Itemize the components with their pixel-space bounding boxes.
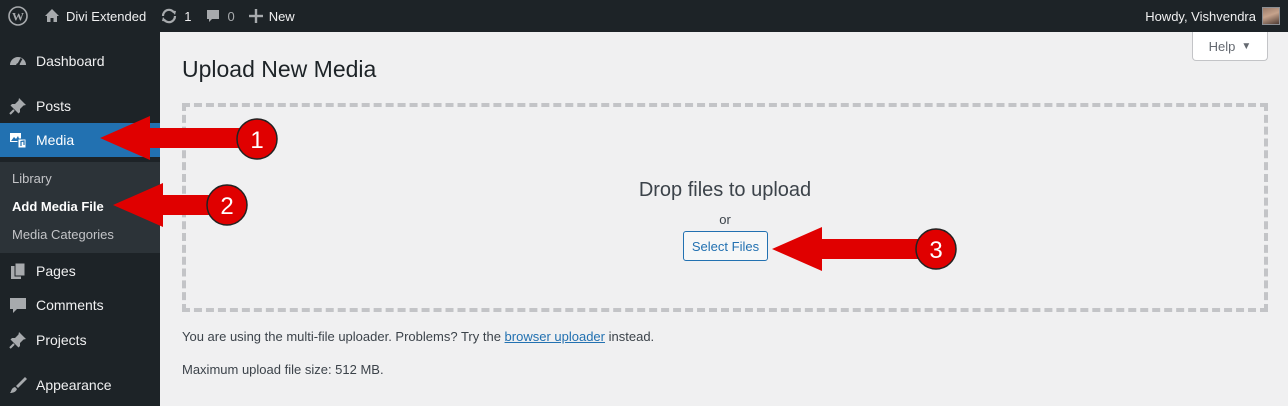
refresh-icon	[162, 8, 177, 24]
updates-link[interactable]: 1	[153, 0, 198, 32]
uploader-note-text: You are using the multi-file uploader. P…	[182, 329, 501, 344]
max-upload-size: Maximum upload file size: 512 MB.	[182, 362, 384, 377]
sidebar-item-label: Comments	[36, 297, 104, 313]
sidebar-item-media[interactable]: Media	[0, 123, 160, 157]
admin-bar: W Divi Extended 1 0 New Howdy, Vishvendr…	[0, 0, 1288, 32]
comments-count: 0	[227, 8, 235, 24]
caret-down-icon: ▼	[1241, 40, 1252, 52]
dashboard-icon	[0, 51, 36, 71]
current-menu-arrow	[152, 132, 160, 148]
drop-files-title: Drop files to upload	[638, 179, 812, 201]
wordpress-logo-icon[interactable]: W	[0, 0, 36, 32]
plus-icon	[248, 9, 263, 23]
pin-icon	[0, 330, 36, 350]
site-name: Divi Extended	[66, 8, 147, 24]
sidebar-item-appearance[interactable]: Appearance	[0, 369, 160, 401]
sidebar-item-label: Appearance	[36, 377, 112, 393]
home-icon	[45, 9, 59, 22]
site-name-link[interactable]: Divi Extended	[36, 0, 153, 32]
new-content-link[interactable]: New	[242, 0, 302, 32]
submenu-item-add-media-file[interactable]: Add Media File	[12, 199, 104, 214]
sidebar-item-label: Media	[36, 132, 75, 148]
updates-count: 1	[184, 8, 192, 24]
comments-link[interactable]: 0	[198, 0, 241, 32]
uploader-note-suffix: instead.	[608, 329, 655, 344]
media-submenu: Library Add Media File Media Categories	[0, 162, 160, 253]
sidebar-item-label: Projects	[36, 332, 87, 348]
sidebar-item-label: Pages	[36, 263, 76, 279]
help-tab-button[interactable]: Help ▼	[1192, 32, 1268, 61]
upload-dropzone[interactable]: Drop files to upload or Select Files	[182, 103, 1268, 312]
sidebar-item-comments[interactable]: Comments	[0, 289, 160, 321]
uploader-note: You are using the multi-file uploader. P…	[182, 329, 654, 344]
help-label: Help	[1208, 38, 1236, 54]
sidebar-item-label: Posts	[36, 98, 72, 114]
pin-icon	[0, 96, 36, 116]
submenu-item-library[interactable]: Library	[12, 171, 52, 186]
comment-icon	[207, 10, 220, 22]
sidebar-item-label: Dashboard	[36, 53, 105, 69]
pages-icon	[0, 261, 36, 281]
comment-icon	[0, 295, 36, 315]
greeting: Howdy, Vishvendra	[1145, 8, 1256, 24]
new-label: New	[268, 8, 295, 24]
svg-text:W: W	[12, 10, 24, 24]
avatar	[1262, 7, 1280, 25]
browser-uploader-link[interactable]: browser uploader	[505, 329, 605, 344]
admin-sidebar: Dashboard Posts Media Library Add Media …	[0, 32, 160, 406]
sidebar-item-pages[interactable]: Pages	[0, 255, 160, 287]
sidebar-item-dashboard[interactable]: Dashboard	[0, 45, 160, 77]
page-title: Upload New Media	[182, 56, 377, 82]
account-menu[interactable]: Howdy, Vishvendra	[1138, 0, 1288, 32]
submenu-item-media-categories[interactable]: Media Categories	[12, 227, 114, 242]
sidebar-item-projects[interactable]: Projects	[0, 324, 160, 356]
or-label: or	[719, 212, 731, 227]
brush-icon	[0, 375, 36, 395]
select-files-button[interactable]: Select Files	[683, 231, 768, 261]
media-icon	[0, 130, 36, 150]
sidebar-item-posts[interactable]: Posts	[0, 90, 160, 122]
